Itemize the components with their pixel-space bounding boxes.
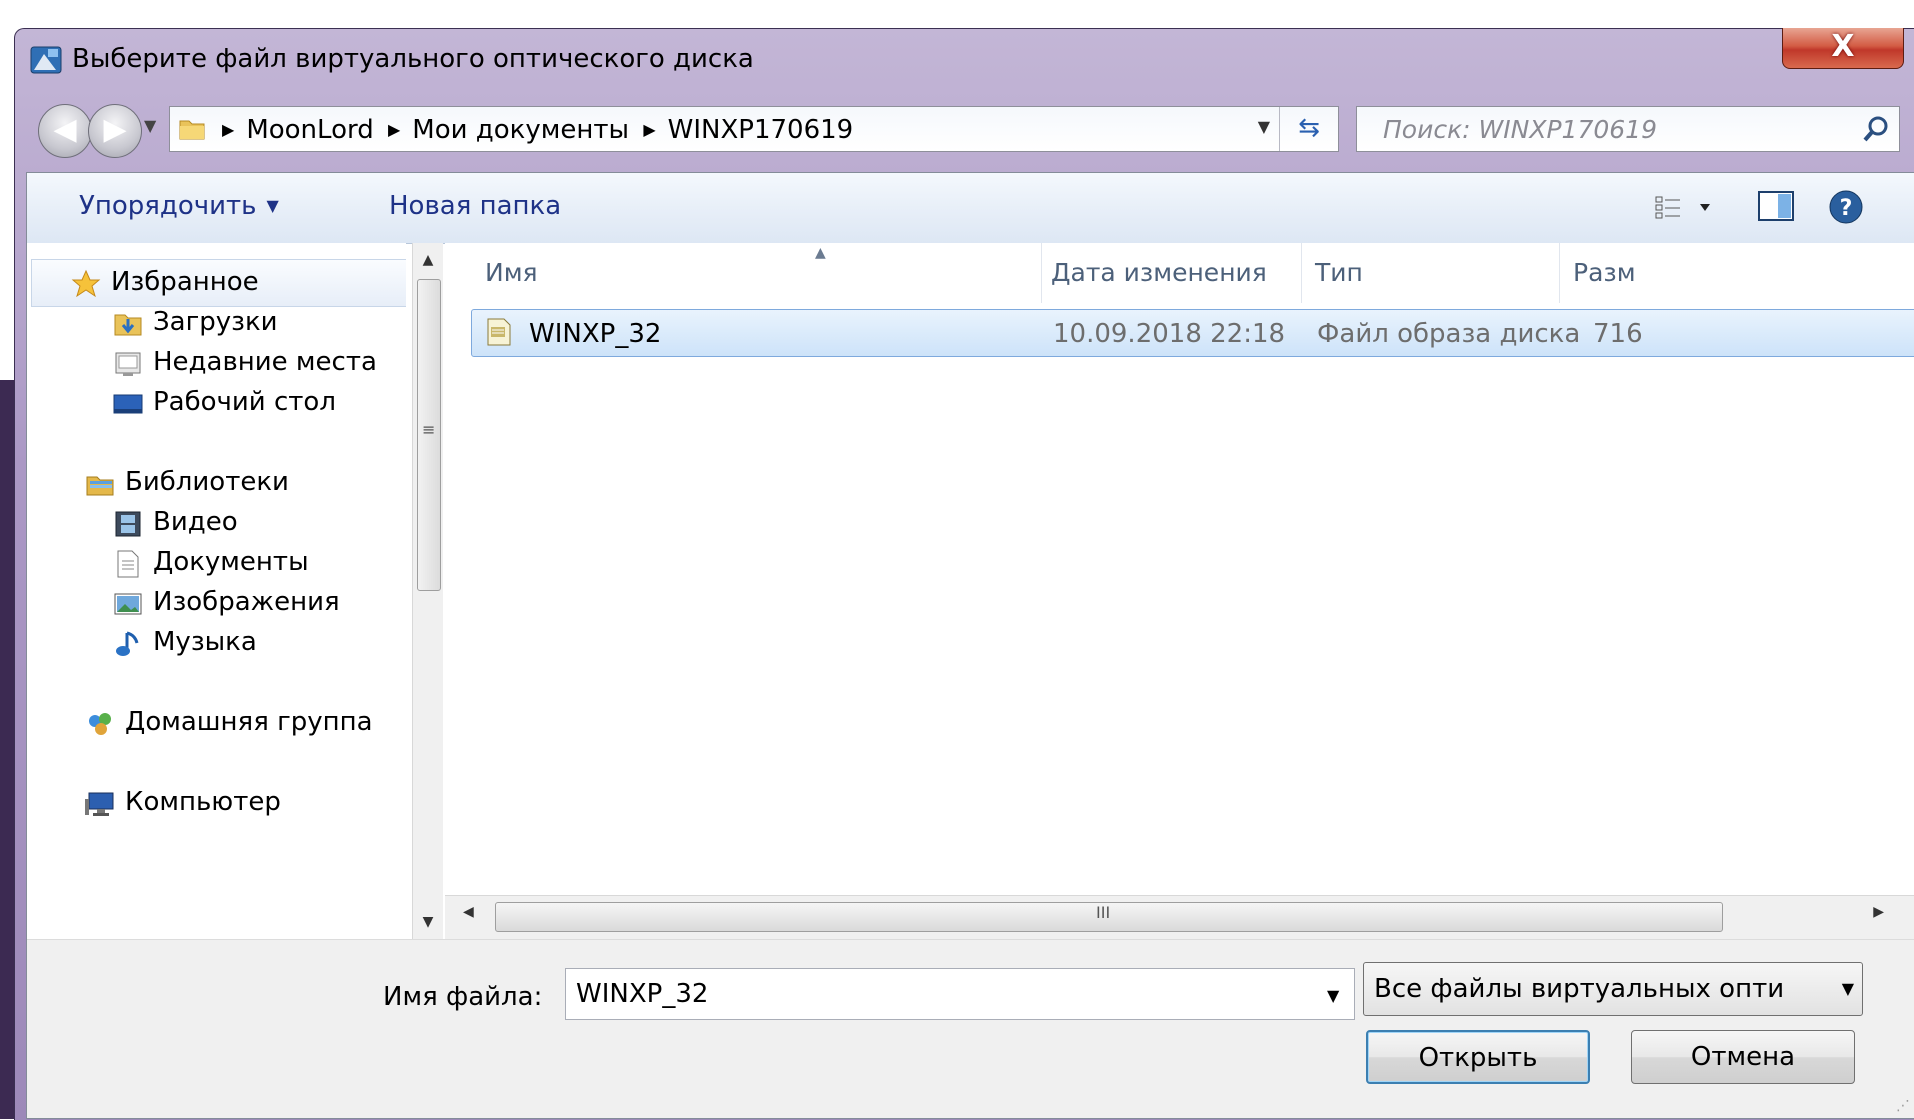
navigation-row: ◀ ▶ ▼ ▶ MoonLord ▶ Мои документы ▶ WINXP170…: [14, 96, 1914, 162]
column-divider[interactable]: [1301, 243, 1302, 303]
breadcrumb: ▶ MoonLord ▶ Мои документы ▶ WINXP170619: [216, 115, 853, 145]
horizontal-scrollbar[interactable]: ◀ III ▶: [445, 895, 1914, 940]
file-name-cell: WINXP_32: [529, 319, 662, 349]
view-options-icon[interactable]: [1654, 191, 1724, 225]
column-header-type[interactable]: Тип: [1315, 243, 1363, 303]
navigation-pane: Избранное Загрузки Недавние места Рабочи…: [27, 243, 406, 939]
chevron-down-icon: ▼: [266, 196, 279, 215]
file-type-cell: Файл образа диска: [1317, 319, 1581, 349]
images-icon: [114, 593, 142, 615]
title-bar: Выберите файл виртуального оптического д…: [14, 28, 1914, 90]
file-size-cell: 716: [1593, 319, 1643, 349]
video-icon: [115, 511, 141, 537]
dialog-client-area: Упорядочить ▼ Новая папка ? Избранное За…: [26, 172, 1914, 1119]
music-icon: [116, 631, 139, 656]
refresh-button[interactable]: ⇆: [1279, 107, 1338, 151]
scroll-up-icon[interactable]: ▲: [413, 245, 443, 275]
organize-label: Упорядочить: [79, 191, 257, 221]
nav-label: Библиотеки: [125, 467, 289, 497]
recent-pages-dropdown[interactable]: ▼: [144, 116, 156, 135]
back-arrow-icon: ◀: [53, 112, 77, 147]
command-bar: Упорядочить ▼ Новая папка ?: [27, 173, 1914, 244]
scroll-left-icon[interactable]: ◀: [463, 904, 474, 920]
folder-icon: [179, 120, 205, 140]
forward-arrow-icon: ▶: [103, 112, 127, 147]
documents-icon: [117, 550, 139, 578]
open-button[interactable]: Открыть: [1366, 1030, 1590, 1084]
scroll-thumb[interactable]: III: [495, 902, 1723, 932]
column-header-size[interactable]: Разм: [1573, 243, 1636, 303]
search-icon[interactable]: [1861, 114, 1891, 144]
cancel-button[interactable]: Отмена: [1631, 1030, 1855, 1084]
nav-label: Компьютер: [125, 787, 281, 817]
window-title: Выберите файл виртуального оптического д…: [72, 44, 754, 74]
nav-label: Загрузки: [153, 307, 278, 337]
breadcrumb-item[interactable]: WINXP170619: [668, 115, 854, 145]
column-divider[interactable]: [1041, 243, 1042, 303]
address-dropdown-icon[interactable]: ▼: [1258, 117, 1270, 136]
address-bar[interactable]: ▶ MoonLord ▶ Мои документы ▶ WINXP170619 ▼ …: [169, 106, 1339, 152]
scroll-thumb[interactable]: ≡: [417, 279, 441, 591]
dialog-footer: Имя файла: ▼ Все файлы виртуальных опти …: [27, 939, 1914, 1118]
file-type-value: Все файлы виртуальных опти: [1374, 974, 1785, 1004]
file-date-cell: 10.09.2018 22:18: [1053, 319, 1286, 349]
nav-label: Изображения: [153, 587, 340, 617]
nav-label: Видео: [153, 507, 238, 537]
sort-ascending-icon: ▲: [815, 245, 826, 261]
recent-places-icon: [115, 352, 141, 376]
help-icon[interactable]: ?: [1828, 189, 1864, 225]
forward-button[interactable]: ▶: [88, 104, 142, 158]
filename-input[interactable]: [565, 968, 1355, 1020]
libraries-icon: [86, 476, 114, 496]
back-button[interactable]: ◀: [38, 104, 92, 158]
search-box[interactable]: Поиск: WINXP170619: [1356, 106, 1900, 152]
preview-pane-icon[interactable]: [1758, 191, 1794, 221]
chevron-down-icon: ▼: [1841, 979, 1854, 998]
grip-icon: ≡: [422, 420, 436, 439]
background-edge: [0, 380, 14, 1119]
close-button[interactable]: X: [1782, 28, 1904, 69]
app-icon: [30, 46, 62, 74]
nav-label: Избранное: [111, 267, 259, 297]
organize-button[interactable]: Упорядочить ▼: [79, 191, 279, 221]
star-icon: [71, 269, 101, 298]
column-header-date[interactable]: Дата изменения: [1051, 243, 1267, 303]
nav-label: Домашняя группа: [125, 707, 373, 737]
nav-label: Рабочий стол: [153, 387, 336, 417]
breadcrumb-item[interactable]: Мои документы: [412, 115, 629, 145]
svg-text:?: ?: [1840, 196, 1853, 221]
file-list: Имя ▲ Дата изменения Тип Разм WINXP_32 1…: [445, 243, 1914, 939]
refresh-icon: ⇆: [1298, 113, 1320, 143]
homegroup-icon: [89, 713, 111, 735]
downloads-folder-icon: [114, 314, 142, 336]
breadcrumb-separator-icon[interactable]: ▶: [643, 120, 655, 139]
new-folder-button[interactable]: Новая папка: [389, 191, 561, 221]
desktop-icon: [113, 394, 143, 414]
column-header-name[interactable]: Имя: [485, 243, 538, 303]
search-input[interactable]: Поиск: WINXP170619: [1383, 115, 1657, 144]
scroll-right-icon[interactable]: ▶: [1873, 904, 1884, 920]
filename-dropdown-icon[interactable]: ▼: [1327, 986, 1339, 1005]
scroll-down-icon[interactable]: ▼: [413, 907, 443, 937]
breadcrumb-separator-icon[interactable]: ▶: [222, 120, 234, 139]
disk-image-file-icon: [487, 318, 511, 346]
breadcrumb-item[interactable]: MoonLord: [246, 115, 373, 145]
filename-label: Имя файла:: [383, 982, 543, 1012]
computer-icon: [85, 792, 114, 816]
nav-label: Музыка: [153, 627, 257, 657]
breadcrumb-separator-icon[interactable]: ▶: [388, 120, 400, 139]
grip-icon: III: [1096, 903, 1111, 922]
file-type-select[interactable]: Все файлы виртуальных опти ▼: [1363, 962, 1863, 1016]
nav-label: Документы: [153, 547, 309, 577]
resize-grip-icon[interactable]: ⋰: [1896, 1098, 1910, 1114]
nav-pane-scrollbar[interactable]: ▲ ≡ ▼: [412, 243, 443, 939]
column-divider[interactable]: [1559, 243, 1560, 303]
nav-label: Недавние места: [153, 347, 377, 377]
